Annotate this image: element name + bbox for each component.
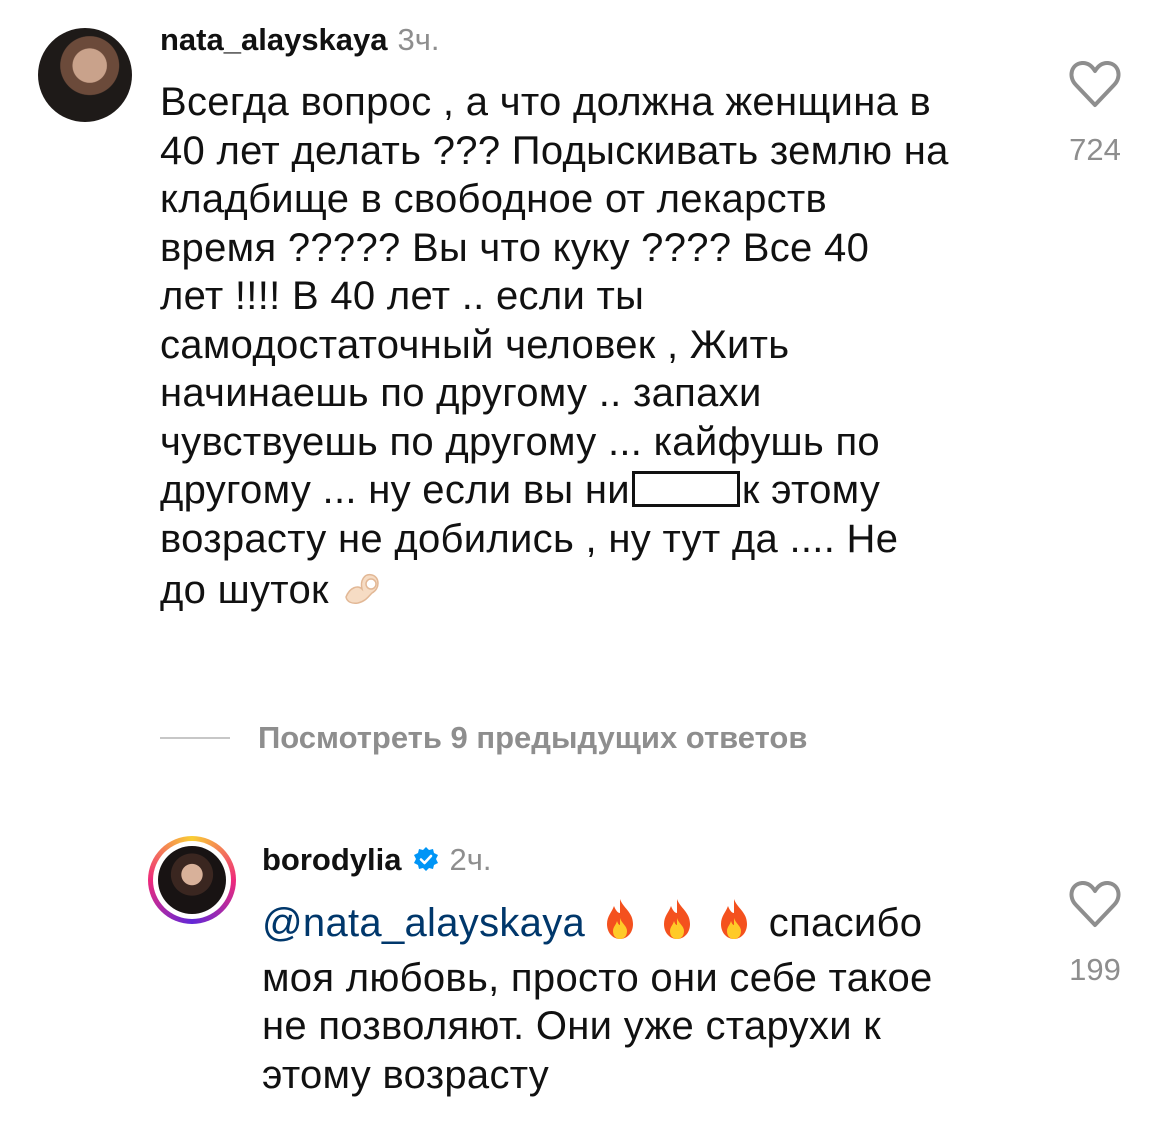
- censor-box: [631, 471, 740, 507]
- avatar[interactable]: [38, 28, 132, 122]
- view-replies-row[interactable]: Посмотреть 9 предыдущих ответов: [160, 720, 807, 756]
- like-area: 199: [1040, 880, 1150, 988]
- heart-icon[interactable]: [1068, 60, 1122, 108]
- like-count: 724: [1069, 132, 1121, 167]
- comment-header: borodylia 2ч.: [262, 842, 492, 878]
- story-ring[interactable]: [148, 836, 236, 924]
- username[interactable]: nata_alayskaya: [160, 22, 388, 58]
- comment-text-part-1: Всегда вопрос , а что должна женщина в 4…: [160, 80, 949, 512]
- fire-emoji: [711, 896, 757, 954]
- like-area: 724: [1040, 60, 1150, 168]
- like-count: 199: [1069, 952, 1121, 987]
- fire-emoji: [654, 896, 700, 954]
- timestamp: 3ч.: [397, 22, 440, 57]
- mention-link[interactable]: @nata_alayskaya: [262, 901, 585, 945]
- heart-icon[interactable]: [1068, 880, 1122, 928]
- username[interactable]: borodylia: [262, 842, 402, 878]
- comment-text: Всегда вопрос , а что должна женщина в 4…: [160, 78, 1040, 621]
- ok-hand-emoji: [340, 563, 386, 621]
- view-replies-button[interactable]: Посмотреть 9 предыдущих ответов: [258, 720, 807, 756]
- divider: [160, 737, 230, 739]
- fire-emoji: [597, 896, 643, 954]
- timestamp: 2ч.: [449, 842, 492, 877]
- avatar[interactable]: [158, 846, 226, 914]
- comment-header: nata_alayskaya 3ч.: [160, 22, 440, 58]
- story-ring-inner: [153, 841, 231, 919]
- comment-text: @nata_alayskaya спасибо моя любовь, прос…: [262, 896, 1022, 1099]
- verified-badge-icon: [413, 847, 438, 871]
